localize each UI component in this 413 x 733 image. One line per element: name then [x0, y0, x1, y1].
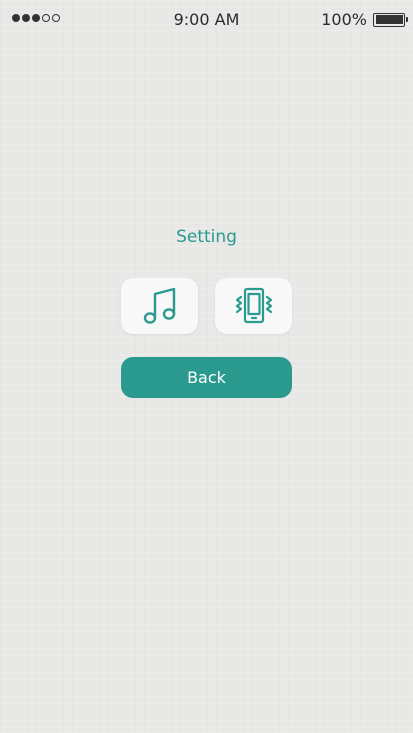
- sound-toggle-button[interactable]: [121, 278, 198, 334]
- battery-icon: [373, 12, 408, 27]
- phone-vibrate-icon: [235, 287, 272, 324]
- status-bar: 9:00 AM 100%: [0, 0, 413, 40]
- back-button[interactable]: Back: [121, 357, 292, 398]
- vibration-toggle-button[interactable]: [215, 278, 292, 334]
- music-note-icon: [143, 287, 175, 324]
- page-title: Setting: [176, 227, 237, 247]
- battery-status: 100%: [321, 10, 408, 29]
- battery-percent: 100%: [321, 10, 367, 29]
